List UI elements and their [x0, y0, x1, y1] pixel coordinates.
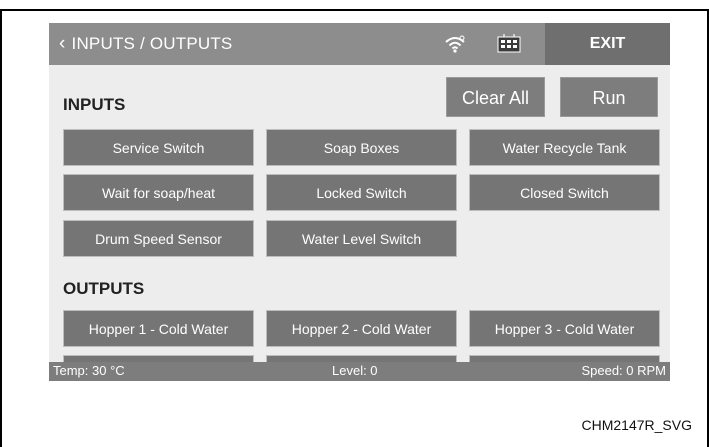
- network-box-icon: [497, 34, 521, 53]
- header-bar: ‹ INPUTS / OUTPUTS EXIT: [49, 23, 670, 65]
- input-wait-soap-heat-button[interactable]: Wait for soap/heat: [63, 174, 254, 211]
- output-hopper-1-button[interactable]: Hopper 1 - Cold Water: [63, 310, 254, 347]
- output-hopper-2-button[interactable]: Hopper 2 - Cold Water: [266, 310, 457, 347]
- run-button[interactable]: Run: [560, 77, 658, 117]
- input-water-recycle-tank-button[interactable]: Water Recycle Tank: [469, 129, 660, 166]
- exit-button[interactable]: EXIT: [545, 23, 670, 65]
- chevron-left-icon: ‹: [59, 33, 66, 54]
- control-screen: ‹ INPUTS / OUTPUTS EXIT INPUTS Clear All…: [49, 23, 670, 381]
- back-button[interactable]: ‹ INPUTS / OUTPUTS: [59, 23, 232, 65]
- level-readout: Level: 0: [332, 363, 378, 378]
- input-closed-switch-button[interactable]: Closed Switch: [469, 174, 660, 211]
- temperature-readout: Temp: 30 °C: [53, 363, 125, 378]
- figure-code-label: CHM2147R_SVG: [581, 417, 693, 433]
- status-bar: Temp: 30 °C Level: 0 Speed: 0 RPM: [49, 362, 670, 381]
- speed-readout: Speed: 0 RPM: [581, 363, 666, 378]
- output-hopper-3-button[interactable]: Hopper 3 - Cold Water: [469, 310, 660, 347]
- input-service-switch-button[interactable]: Service Switch: [63, 129, 254, 166]
- page-title: INPUTS / OUTPUTS: [71, 34, 233, 53]
- outputs-heading: OUTPUTS: [63, 279, 145, 298]
- wifi-icon: [445, 35, 465, 53]
- clear-all-button[interactable]: Clear All: [446, 77, 545, 117]
- input-locked-switch-button[interactable]: Locked Switch: [266, 174, 457, 211]
- input-drum-speed-sensor-button[interactable]: Drum Speed Sensor: [63, 220, 254, 257]
- input-water-level-switch-button[interactable]: Water Level Switch: [266, 220, 457, 257]
- inputs-heading: INPUTS: [63, 95, 126, 114]
- input-soap-boxes-button[interactable]: Soap Boxes: [266, 129, 457, 166]
